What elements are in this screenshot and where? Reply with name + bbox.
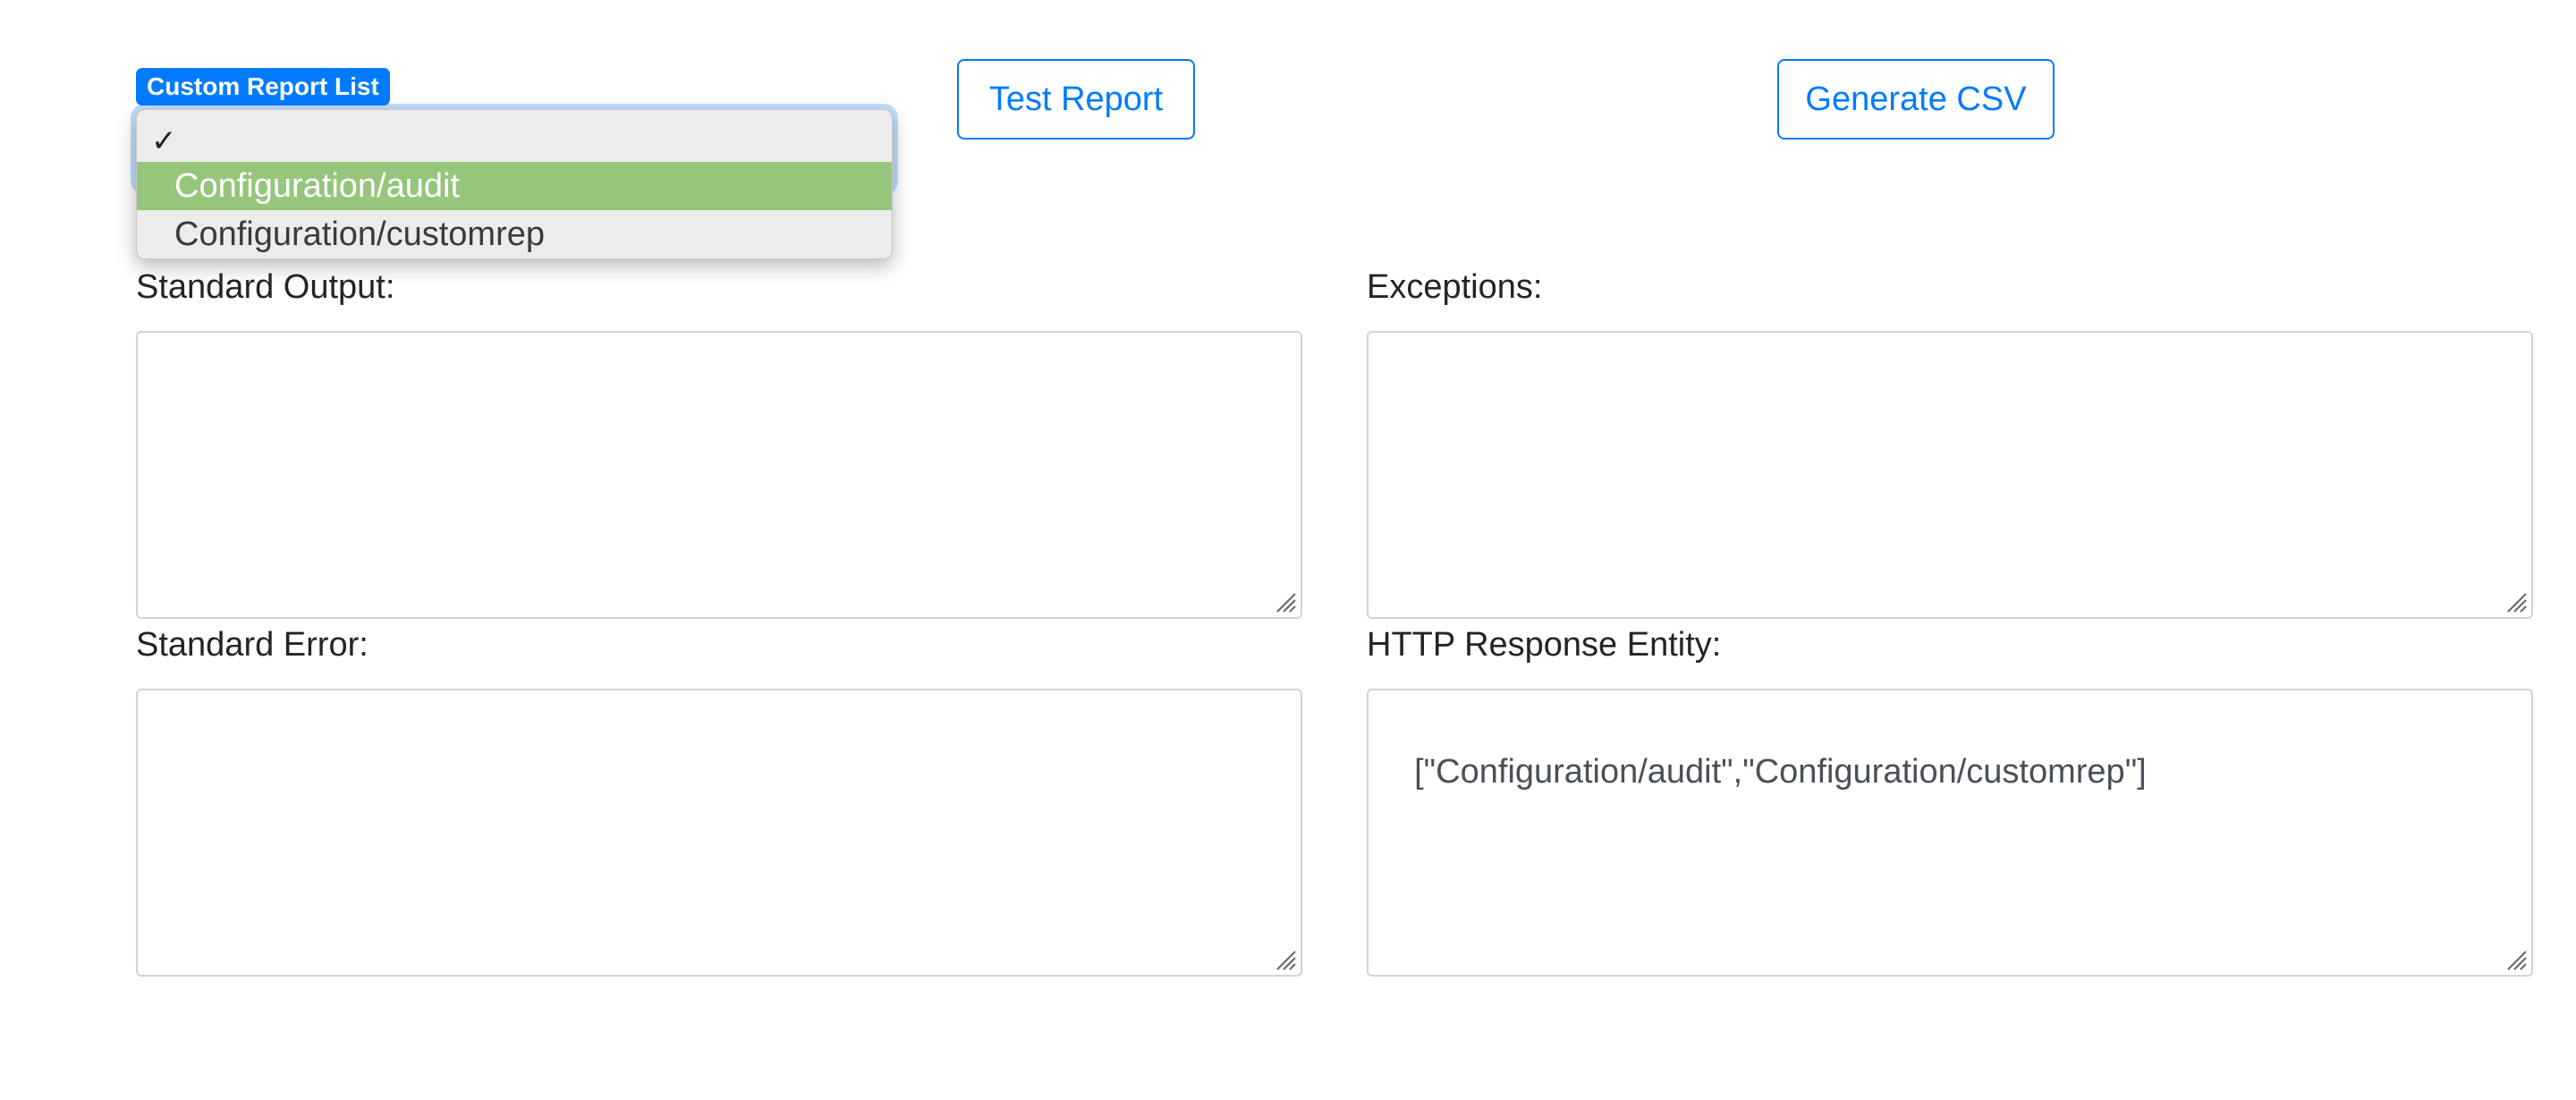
resize-handle-icon[interactable] (1272, 946, 1297, 971)
standard-error-textarea[interactable] (136, 689, 1302, 977)
resize-handle-icon[interactable] (2503, 588, 2528, 613)
dropdown-option-label: Configuration/audit (174, 167, 460, 205)
http-response-entity-label: HTTP Response Entity: (1367, 626, 1722, 664)
dropdown-option-configuration-customrep[interactable]: Configuration/customrep (137, 210, 892, 258)
custom-report-dropdown: ✓ Configuration/audit Configuration/cust… (136, 109, 893, 259)
standard-output-label: Standard Output: (136, 268, 395, 306)
http-response-entity-textarea[interactable]: ["Configuration/audit","Configuration/cu… (1367, 689, 2533, 977)
resize-handle-icon[interactable] (2503, 946, 2528, 971)
check-icon: ✓ (151, 123, 177, 159)
generate-csv-button[interactable]: Generate CSV (1777, 59, 2055, 140)
test-report-button[interactable]: Test Report (957, 59, 1195, 140)
exceptions-label: Exceptions: (1367, 268, 1543, 306)
http-response-entity-value: ["Configuration/audit","Configuration/cu… (1414, 753, 2147, 791)
dropdown-option-configuration-audit[interactable]: Configuration/audit (137, 162, 892, 210)
dropdown-option-empty[interactable]: ✓ (137, 117, 892, 165)
dropdown-option-label: Configuration/customrep (174, 216, 545, 253)
standard-error-label: Standard Error: (136, 626, 369, 664)
custom-report-list-label: Custom Report List (136, 68, 390, 106)
standard-output-textarea[interactable] (136, 331, 1302, 619)
exceptions-textarea[interactable] (1367, 331, 2533, 619)
resize-handle-icon[interactable] (1272, 588, 1297, 613)
